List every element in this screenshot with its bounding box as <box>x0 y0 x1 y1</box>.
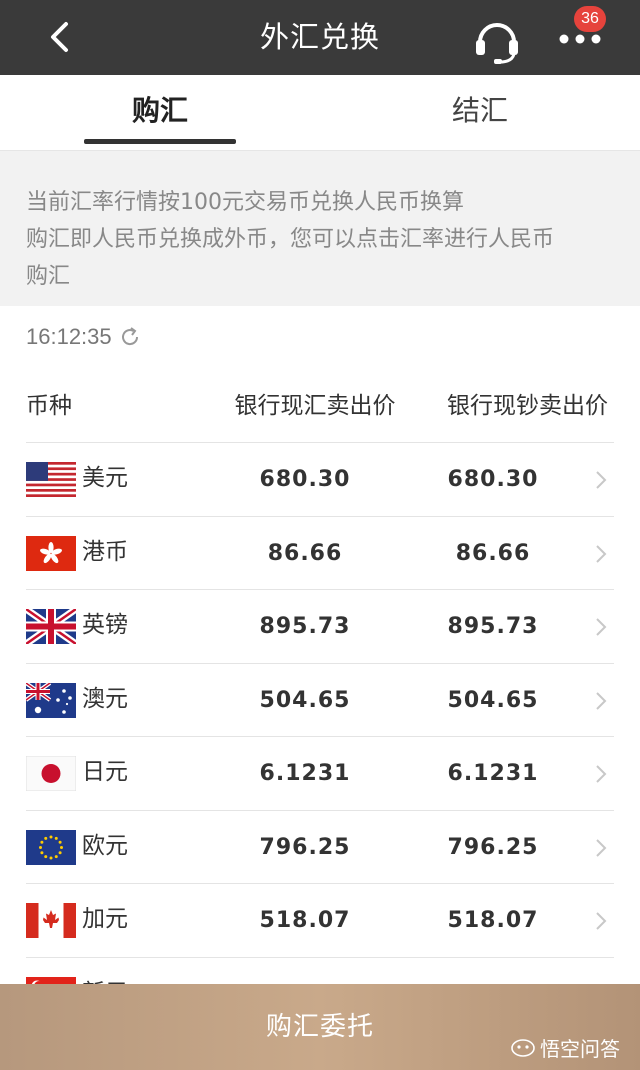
transfer-sell-rate: 504.65 <box>259 687 351 713</box>
column-header-cash-sell: 银行现钞卖出价 <box>447 393 608 419</box>
cash-sell-rate: 796.25 <box>447 834 539 860</box>
transfer-sell-rate: 895.73 <box>259 614 351 639</box>
notice-panel: 当前汇率行情按100元交易币兑换人民币换算 购汇即人民币兑换成外币，您可以点击汇… <box>0 151 640 306</box>
table-row[interactable]: 日元 6.1231 6.1231 <box>0 737 640 811</box>
column-header-currency: 币种 <box>26 393 72 419</box>
cash-sell-rate: 6.1231 <box>447 761 539 786</box>
top-bar: 外汇兑换 36 <box>0 0 640 75</box>
jp-flag-icon <box>26 756 76 791</box>
chevron-right-icon <box>596 765 607 783</box>
eu-flag-icon <box>26 829 76 865</box>
chevron-right-icon <box>596 618 607 636</box>
watermark-logo-icon <box>511 1039 535 1057</box>
update-time-row[interactable]: 16:12:35 <box>26 322 142 352</box>
active-tab-indicator <box>84 139 236 144</box>
table-row[interactable]: 美元 680.30 680.30 <box>0 443 640 517</box>
currency-name: 澳元 <box>82 685 128 712</box>
ca-flag-icon <box>26 903 76 938</box>
au-flag-icon <box>26 682 76 718</box>
chevron-right-icon <box>596 544 607 563</box>
notice-line: 当前汇率行情按100元交易币兑换人民币换算 <box>26 190 464 215</box>
currency-name: 欧元 <box>82 832 128 859</box>
chevron-right-icon <box>596 691 607 710</box>
cash-sell-rate: 504.65 <box>447 687 539 713</box>
column-header-transfer-sell: 银行现汇卖出价 <box>234 393 396 419</box>
update-time: 16:12:35 <box>26 324 112 349</box>
transfer-sell-rate: 680.30 <box>259 467 351 492</box>
chevron-right-icon <box>596 471 607 489</box>
cash-sell-rate: 895.73 <box>447 614 539 639</box>
table-row[interactable]: 港币 86.66 86.66 <box>0 517 640 590</box>
chevron-right-icon <box>596 838 607 857</box>
headset-icon[interactable] <box>470 12 524 66</box>
notice-line: 购汇即人民币兑换成外币，您可以点击汇率进行人民币 <box>26 227 555 252</box>
rate-list: 美元 680.30 680.30 港币 86.66 86.66 英镑 895.7… <box>0 443 640 1031</box>
chevron-right-icon <box>596 912 607 930</box>
hk-flag-icon <box>26 535 76 571</box>
notice-line: 购汇 <box>26 264 71 289</box>
transfer-sell-rate: 518.07 <box>259 908 351 933</box>
uk-flag-icon <box>26 609 76 644</box>
watermark: 悟空问答 <box>510 1032 620 1062</box>
us-flag-icon <box>26 462 76 497</box>
currency-name: 港币 <box>82 538 128 565</box>
table-row[interactable]: 欧元 796.25 796.25 <box>0 811 640 884</box>
currency-name: 日元 <box>82 759 128 785</box>
tab-sell[interactable]: 结汇 <box>404 75 556 151</box>
currency-name: 英镑 <box>82 612 128 638</box>
table-row[interactable]: 加元 518.07 518.07 <box>0 884 640 958</box>
transfer-sell-rate: 86.66 <box>267 540 343 566</box>
transfer-sell-rate: 796.25 <box>259 834 351 860</box>
notification-badge: 36 <box>574 6 606 32</box>
page-title: 外汇兑换 <box>259 20 380 54</box>
refresh-icon[interactable] <box>118 325 142 349</box>
table-row[interactable]: 澳元 504.65 504.65 <box>0 664 640 737</box>
currency-name: 加元 <box>82 906 128 932</box>
currency-name: 美元 <box>82 465 128 491</box>
table-header: 币种 银行现汇卖出价 银行现钞卖出价 <box>0 370 640 442</box>
table-row[interactable]: 英镑 895.73 895.73 <box>0 590 640 664</box>
cash-sell-rate: 518.07 <box>447 908 539 933</box>
watermark-text: 悟空问答 <box>540 1036 620 1061</box>
cash-sell-rate: 680.30 <box>447 467 539 492</box>
cash-sell-rate: 86.66 <box>455 540 531 566</box>
transfer-sell-rate: 6.1231 <box>259 761 351 786</box>
